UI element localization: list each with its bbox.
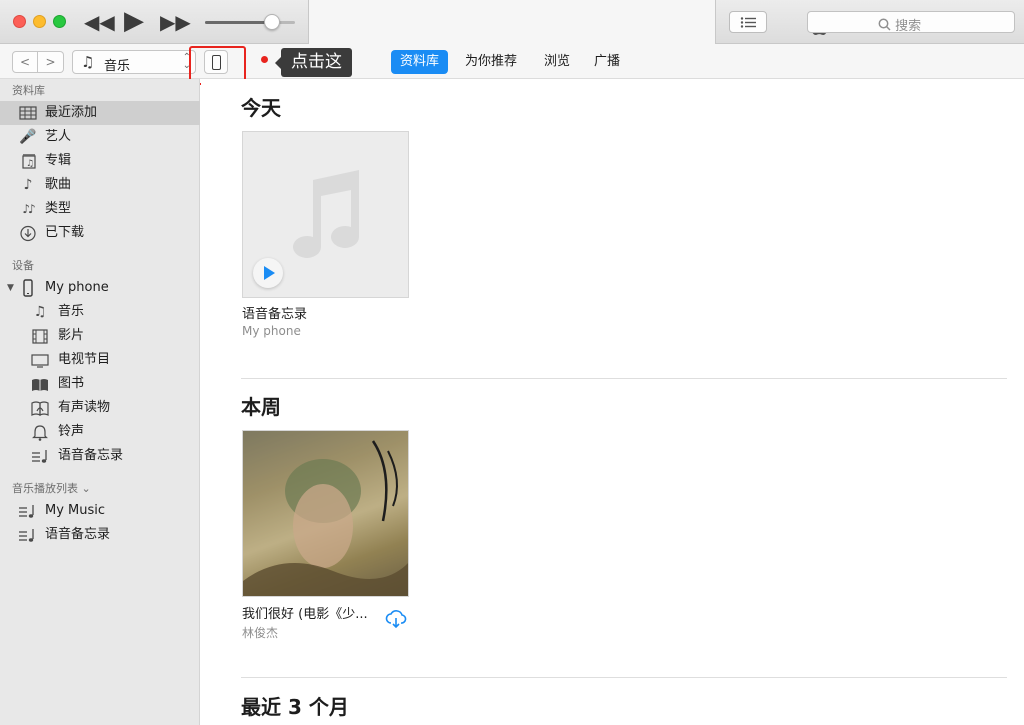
playlist-icon bbox=[32, 450, 47, 463]
disclosure-triangle-icon[interactable]: ▼ bbox=[7, 276, 14, 300]
media-type-select[interactable]: ♫ 音乐 ⌃ ⌄ bbox=[72, 50, 196, 74]
sidebar-item-label: 铃声 bbox=[58, 424, 85, 439]
list-view-button[interactable] bbox=[729, 11, 767, 33]
forward-button[interactable]: > bbox=[38, 51, 64, 73]
now-playing-display bbox=[308, 0, 829, 44]
playlists-heading-label: 音乐播放列表 bbox=[12, 482, 78, 495]
search-input[interactable]: 搜索 bbox=[807, 11, 1015, 34]
sidebar-item-label: 语音备忘录 bbox=[58, 448, 124, 463]
rewind-icon[interactable]: ◀◀ bbox=[84, 9, 115, 35]
library-heading: 资料库 bbox=[12, 84, 45, 97]
sidebar-item-recently-added[interactable]: 最近添加 bbox=[0, 101, 200, 125]
sidebar-item-label: 已下载 bbox=[45, 225, 85, 240]
download-clock-icon bbox=[20, 225, 36, 242]
album-artwork-image bbox=[243, 431, 408, 596]
section-divider bbox=[241, 378, 1007, 379]
sidebar-item-label: 歌曲 bbox=[45, 177, 72, 192]
volume-fill bbox=[205, 21, 272, 24]
sidebar-item-albums[interactable]: ♫ 专辑 bbox=[0, 149, 200, 173]
sidebar-item-genres[interactable]: ♪♪ 类型 bbox=[0, 197, 200, 221]
playlist-icon bbox=[19, 505, 34, 518]
genre-icon: ♪♪ bbox=[22, 202, 35, 216]
playlist-icon bbox=[19, 529, 34, 542]
tab-browse[interactable]: 浏览 bbox=[535, 50, 579, 74]
search-icon bbox=[878, 18, 891, 31]
tab-for-you[interactable]: 为你推荐 bbox=[456, 50, 526, 74]
devices-heading: 设备 bbox=[12, 259, 34, 272]
album-subtitle[interactable]: My phone bbox=[242, 324, 301, 338]
microphone-icon: 🎤 bbox=[19, 129, 37, 145]
section-title-this-week: 本周 bbox=[241, 395, 281, 419]
section-divider bbox=[241, 677, 1007, 678]
sidebar-item-label: 语音备忘录 bbox=[45, 527, 111, 542]
sidebar-item-playlist-voice-memos[interactable]: 语音备忘录 bbox=[0, 523, 200, 547]
album-icon: ♫ bbox=[22, 154, 36, 169]
sidebar-item-playlist-my-music[interactable]: My Music bbox=[0, 499, 200, 523]
album-title[interactable]: 我们很好 (电影《少... bbox=[242, 603, 368, 622]
sidebar-item-label: 艺人 bbox=[45, 129, 72, 144]
sidebar-item-downloaded[interactable]: 已下载 bbox=[0, 221, 200, 245]
search-placeholder: 搜索 bbox=[895, 19, 922, 34]
close-window-button[interactable] bbox=[13, 15, 26, 28]
play-icon[interactable]: ▶ bbox=[124, 6, 144, 36]
cloud-download-icon[interactable] bbox=[385, 610, 407, 628]
annotation-red-dot bbox=[261, 56, 268, 63]
album-title[interactable]: 语音备忘录 bbox=[242, 303, 307, 322]
iphone-icon bbox=[23, 279, 33, 297]
sidebar-item-label: 音乐 bbox=[58, 304, 85, 319]
tab-library[interactable]: 资料库 bbox=[391, 50, 449, 74]
sidebar-item-device-audiobooks[interactable]: 有声读物 bbox=[0, 396, 200, 420]
album-cover-voice-memos[interactable] bbox=[242, 131, 409, 298]
sidebar-item-device-music[interactable]: ♫ 音乐 bbox=[0, 300, 200, 324]
sidebar-item-label: 类型 bbox=[45, 201, 72, 216]
album-artist[interactable]: 林俊杰 bbox=[242, 624, 278, 641]
sidebar-item-device-books[interactable]: 图书 bbox=[0, 372, 200, 396]
film-icon bbox=[32, 329, 48, 344]
note-icon: ♫ bbox=[33, 304, 47, 320]
sidebar-item-artists[interactable]: 🎤 艺人 bbox=[0, 125, 200, 149]
play-album-button[interactable] bbox=[253, 258, 283, 288]
media-type-label: 音乐 bbox=[104, 59, 131, 74]
album-cover-photo[interactable] bbox=[242, 430, 409, 597]
tv-icon bbox=[31, 354, 49, 368]
playlists-heading[interactable]: 音乐播放列表 ⌄ bbox=[12, 480, 91, 496]
sidebar-item-label: 最近添加 bbox=[45, 105, 98, 120]
sidebar-item-label: 专辑 bbox=[45, 153, 72, 168]
book-icon bbox=[32, 379, 48, 391]
sidebar-item-songs[interactable]: ♪ 歌曲 bbox=[0, 173, 200, 197]
volume-knob[interactable] bbox=[263, 14, 280, 30]
bell-icon bbox=[32, 425, 48, 441]
tab-radio[interactable]: 广播 bbox=[585, 50, 629, 74]
list-view-icon bbox=[740, 17, 756, 28]
sidebar-item-label: 图书 bbox=[58, 376, 85, 391]
main-content: 今天 语音备忘录 My phone 本周 我们很好 (电影《少... 林俊杰 最… bbox=[201, 79, 1024, 725]
audiobook-icon bbox=[31, 401, 49, 416]
sidebar-item-device-tv[interactable]: 电视节目 bbox=[0, 348, 200, 372]
sidebar-item-device-ringtones[interactable]: 铃声 bbox=[0, 420, 200, 444]
volume-slider[interactable] bbox=[205, 21, 295, 24]
sidebar-item-label: 有声读物 bbox=[58, 400, 111, 415]
sidebar-item-label: 电视节目 bbox=[58, 352, 111, 367]
sidebar-item-device[interactable]: ▼ My phone bbox=[0, 276, 200, 300]
annotation-callout: 点击这 bbox=[275, 48, 352, 77]
music-note-icon: ♫ bbox=[81, 53, 95, 71]
zoom-window-button[interactable] bbox=[53, 15, 66, 28]
section-title-last-3-months: 最近 3 个月 bbox=[241, 695, 349, 719]
sidebar-item-device-movies[interactable]: 影片 bbox=[0, 324, 200, 348]
svg-text:♫: ♫ bbox=[26, 159, 34, 169]
sidebar-item-device-voice-memos[interactable]: 语音备忘录 bbox=[0, 444, 200, 468]
sidebar-item-label: 影片 bbox=[58, 328, 85, 343]
back-button[interactable]: < bbox=[12, 51, 38, 73]
section-title-today: 今天 bbox=[241, 96, 281, 120]
sidebar: 资料库 最近添加 🎤 艺人 ♫ 专辑 ♪ 歌曲 ♪♪ 类型 已下载 设备 ▼ M… bbox=[0, 79, 200, 725]
note-icon: ♪ bbox=[23, 177, 33, 193]
sidebar-item-label: My Music bbox=[45, 503, 106, 518]
grid-icon bbox=[19, 106, 37, 120]
fast-forward-icon[interactable]: ▶▶ bbox=[160, 9, 191, 35]
chevron-down-icon: ⌄ bbox=[81, 482, 91, 495]
device-name: My phone bbox=[45, 280, 109, 295]
title-bar: ◀◀ ▶ ▶▶ 搜索 bbox=[0, 0, 1024, 44]
minimize-window-button[interactable] bbox=[33, 15, 46, 28]
